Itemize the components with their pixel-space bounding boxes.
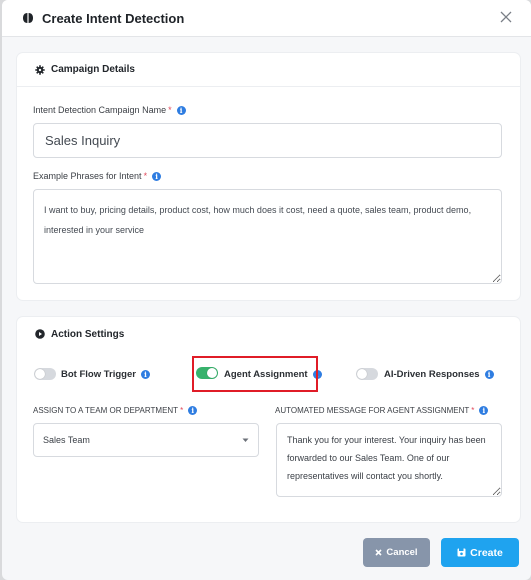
- required-marker: *: [471, 406, 475, 415]
- required-marker: *: [143, 171, 148, 181]
- gear-icon: [35, 64, 45, 75]
- close-icon[interactable]: [499, 10, 513, 24]
- assign-team-value: Sales Team: [43, 435, 90, 445]
- bot-flow-trigger-label: Bot Flow Trigger i: [61, 369, 150, 380]
- phrases-label: Example Phrases for Intent * i: [33, 171, 162, 181]
- info-icon[interactable]: i: [140, 370, 150, 379]
- cancel-label: Cancel: [386, 547, 418, 558]
- required-marker: *: [180, 406, 184, 415]
- phrases-textarea[interactable]: I want to buy, pricing details, product …: [33, 189, 502, 284]
- save-icon: [457, 548, 466, 557]
- modal-title: Create Intent Detection: [42, 10, 185, 26]
- campaign-name-input[interactable]: [33, 123, 502, 158]
- ai-driven-responses-toggle[interactable]: [356, 368, 378, 380]
- chevron-down-icon: [242, 438, 249, 442]
- required-marker: *: [168, 105, 172, 115]
- campaign-details-header: Campaign Details: [17, 53, 520, 87]
- info-icon[interactable]: i: [484, 370, 494, 379]
- info-icon[interactable]: i: [152, 171, 162, 181]
- campaign-details-title: Campaign Details: [51, 64, 135, 75]
- create-intent-modal: Create Intent Detection Campaign Details…: [2, 0, 531, 580]
- info-icon[interactable]: i: [479, 406, 489, 415]
- ai-driven-responses-label: AI-Driven Responses i: [384, 369, 494, 380]
- campaign-name-label: Intent Detection Campaign Name * i: [33, 105, 186, 115]
- info-icon[interactable]: i: [176, 105, 186, 115]
- toggle-knob: [357, 369, 367, 379]
- highlight-box: [192, 356, 318, 392]
- action-settings-header: Action Settings: [17, 317, 520, 351]
- action-settings-title: Action Settings: [51, 328, 125, 340]
- modal-header: Create Intent Detection: [2, 0, 531, 37]
- action-settings-card: Action Settings Bot Flow Trigger i Agent…: [17, 317, 520, 522]
- cancel-button[interactable]: Cancel: [363, 538, 430, 567]
- create-button[interactable]: Create: [441, 538, 519, 567]
- campaign-details-card: Campaign Details Intent Detection Campai…: [17, 53, 520, 300]
- bot-flow-trigger-toggle[interactable]: [34, 368, 56, 380]
- agent-message-label: AUTOMATED MESSAGE FOR AGENT ASSIGNMENT *…: [275, 406, 489, 415]
- assign-team-label: ASSIGN TO A TEAM OR DEPARTMENT * i: [33, 406, 198, 415]
- info-icon[interactable]: i: [188, 406, 198, 415]
- agent-message-textarea[interactable]: Thank you for your interest. Your inquir…: [276, 423, 502, 497]
- close-icon: [375, 549, 382, 556]
- brain-icon: [23, 13, 33, 23]
- assign-team-select[interactable]: Sales Team: [33, 423, 259, 457]
- create-label: Create: [470, 546, 503, 559]
- play-circle-icon: [35, 329, 45, 339]
- toggle-knob: [35, 369, 45, 379]
